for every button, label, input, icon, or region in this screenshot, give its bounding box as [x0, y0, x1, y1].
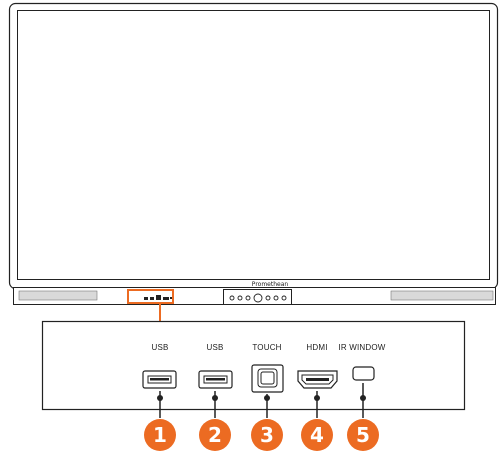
- callout-badge-1: 1: [144, 419, 176, 451]
- port-label-5: IR WINDOW: [338, 343, 386, 352]
- callout-badge-3: 3: [251, 419, 283, 451]
- diagram: Promethean USB USB TOUCH HDMI IR WINDOW …: [0, 0, 501, 458]
- speaker-grille-left: [18, 290, 98, 301]
- front-port-highlight: [127, 289, 174, 304]
- callout-badge-2: 2: [199, 419, 231, 451]
- port-label-1: USB: [151, 343, 169, 352]
- port-label-2: USB: [206, 343, 224, 352]
- display-screen: [17, 10, 490, 280]
- leader-dot: [212, 395, 218, 401]
- display-illustration: [8, 2, 499, 418]
- port-label-3: TOUCH: [252, 343, 282, 352]
- leader-dot: [314, 395, 320, 401]
- speaker-grille-right: [390, 290, 494, 301]
- usb-b-port-icon: [251, 364, 284, 393]
- leader-dot: [264, 395, 270, 401]
- port-label-4: HDMI: [306, 343, 328, 352]
- hdmi-port-icon: [297, 370, 338, 389]
- usb-a-port-icon: [142, 370, 177, 389]
- usb-a-port-icon: [198, 370, 233, 389]
- brand-label: Promethean: [251, 281, 289, 288]
- callout-badge-4: 4: [301, 419, 333, 451]
- leader-dot: [360, 395, 366, 401]
- callout-badge-5: 5: [347, 419, 379, 451]
- ir-window-icon: [352, 366, 375, 381]
- leader-dot: [157, 395, 163, 401]
